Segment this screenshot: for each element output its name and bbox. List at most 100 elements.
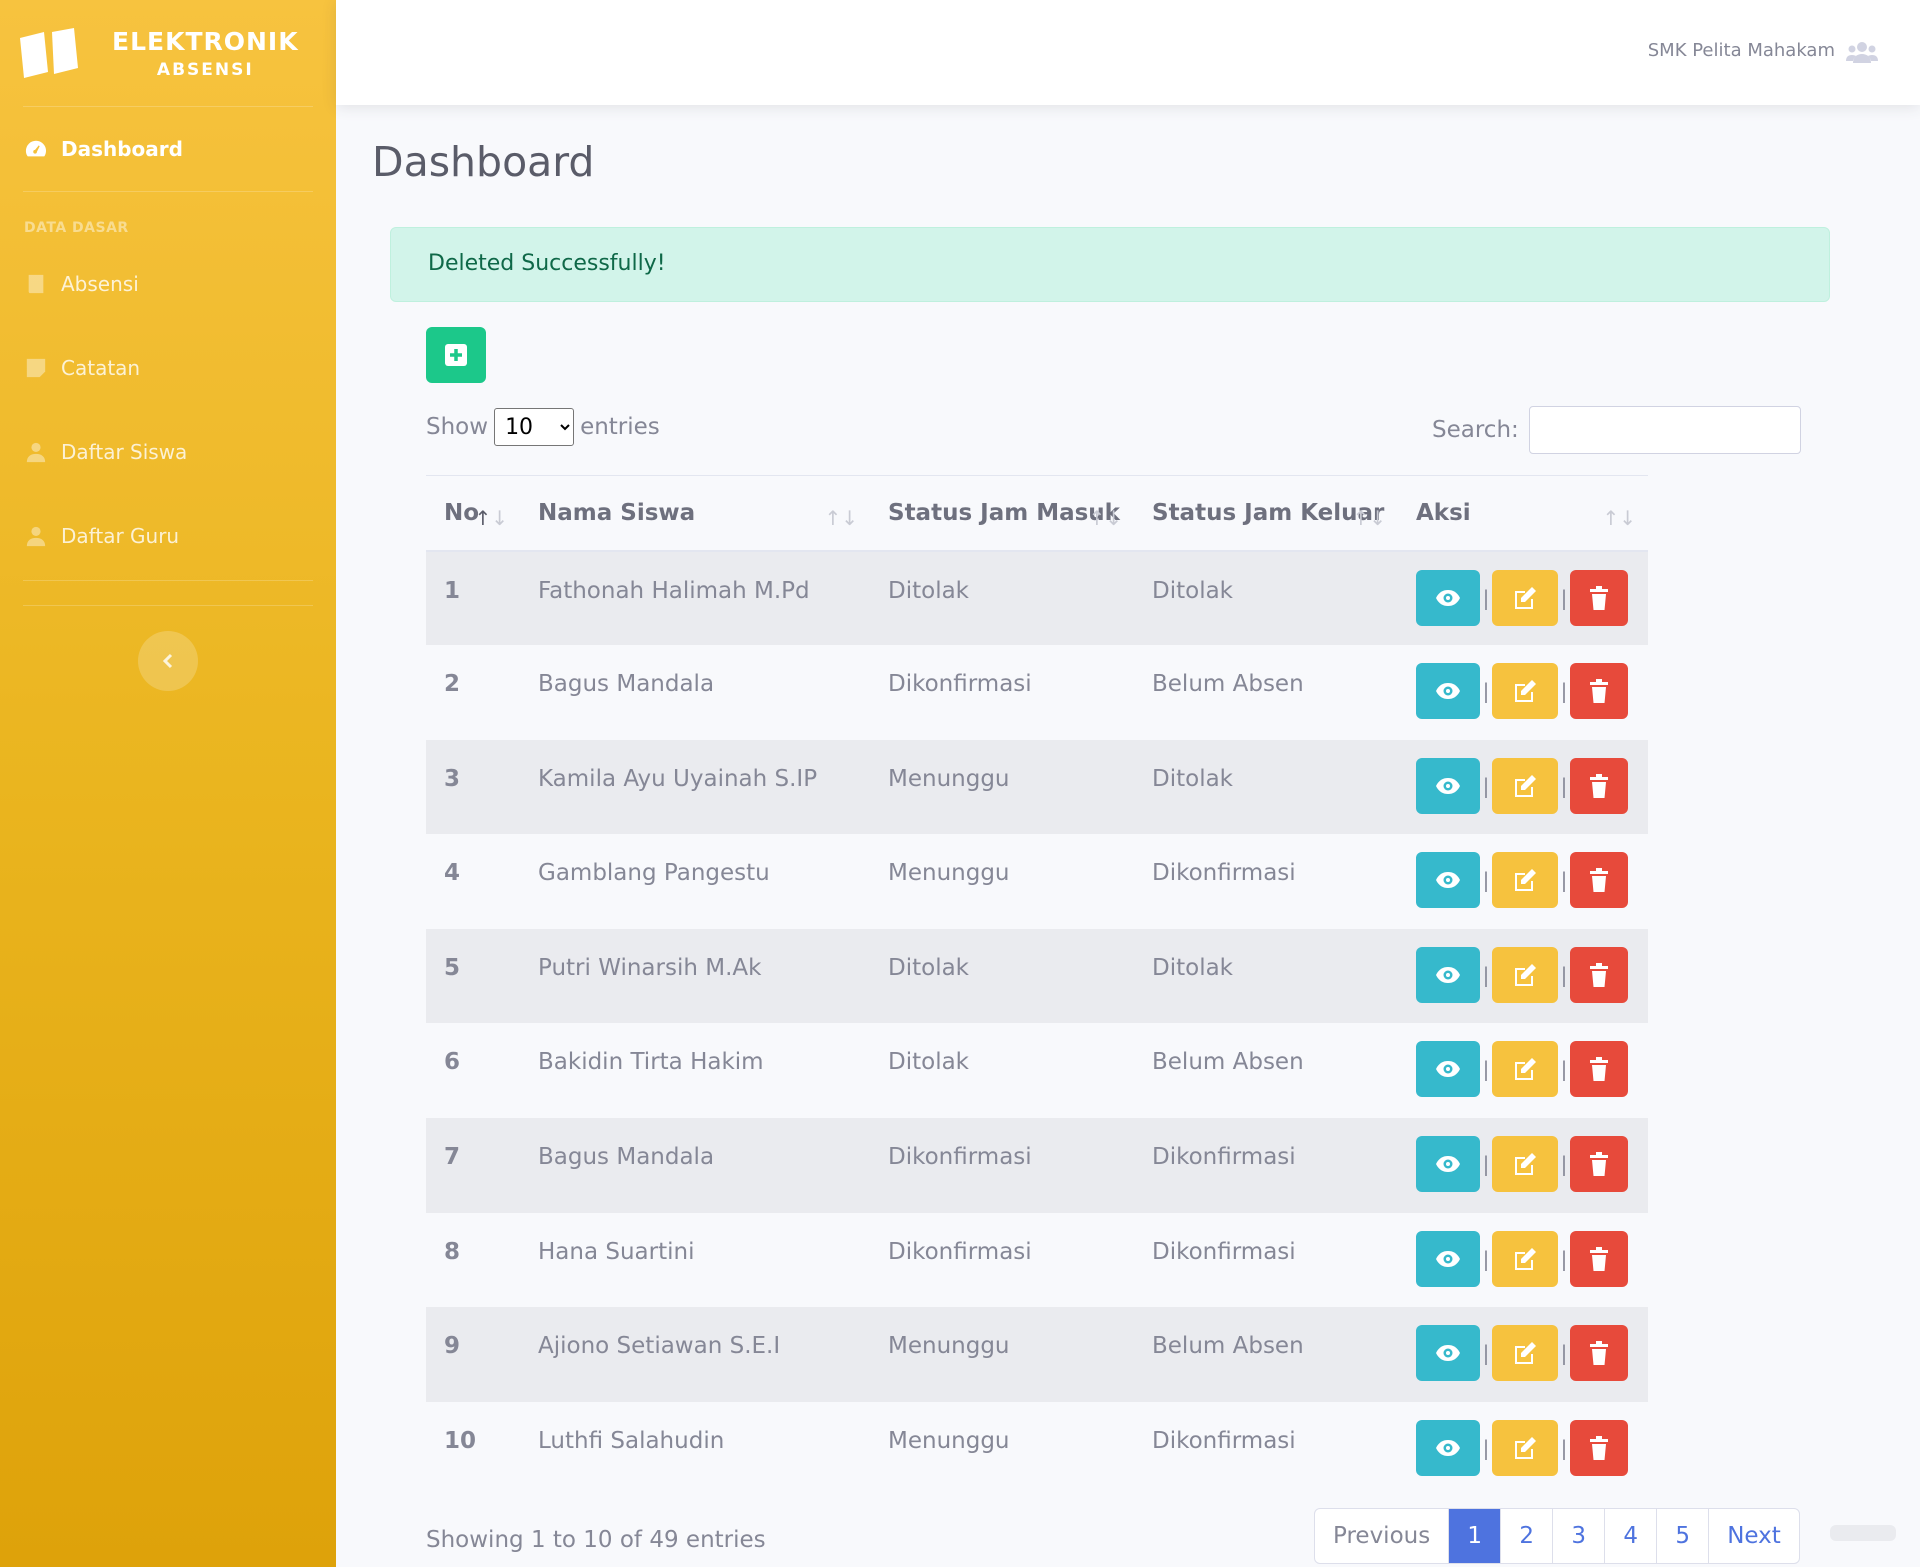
- search-input[interactable]: [1528, 406, 1801, 454]
- eye-icon: [1436, 1061, 1460, 1078]
- view-button[interactable]: [1416, 1230, 1480, 1287]
- column-header-keluar[interactable]: Status Jam Keluar ↑↓: [1134, 475, 1398, 552]
- view-button[interactable]: [1416, 852, 1480, 909]
- edit-icon: [1515, 963, 1536, 986]
- edit-button[interactable]: [1492, 1041, 1558, 1098]
- delete-button[interactable]: [1570, 1325, 1628, 1382]
- sidebar-item-daftar-guru[interactable]: Daftar Guru: [0, 494, 336, 578]
- edit-button[interactable]: [1492, 1419, 1558, 1476]
- sidebar-toggle-button[interactable]: [138, 631, 198, 691]
- cell-status-masuk: Menunggu: [888, 1333, 1010, 1360]
- view-button[interactable]: [1416, 946, 1480, 1003]
- delete-button[interactable]: [1570, 757, 1628, 814]
- sidebar-item-absensi[interactable]: Absensi: [0, 242, 336, 326]
- cell-actions: | |: [1398, 1402, 1648, 1497]
- sidebar-item-daftar-siswa[interactable]: Daftar Siswa: [0, 410, 336, 494]
- trash-icon: [1590, 773, 1608, 798]
- brand[interactable]: ELEKTRONIK ABSENSI: [0, 0, 336, 106]
- delete-button[interactable]: [1570, 946, 1628, 1003]
- cell-no: 7: [444, 1144, 461, 1171]
- action-separator: |: [1560, 1057, 1568, 1082]
- show-label: Show: [426, 414, 489, 440]
- cell-nama: Bagus Mandala: [538, 1144, 715, 1171]
- view-button[interactable]: [1416, 1136, 1480, 1193]
- delete-button[interactable]: [1570, 852, 1628, 909]
- scroll-to-top-button[interactable]: [1830, 1525, 1896, 1541]
- header-label: Status Jam Masuk: [888, 499, 1120, 526]
- column-header-nama[interactable]: Nama Siswa ↑↓: [520, 475, 870, 552]
- search-label: Search:: [1432, 417, 1519, 443]
- column-header-aksi[interactable]: Aksi ↑↓: [1398, 475, 1648, 552]
- cell-no: 2: [444, 671, 461, 698]
- delete-button[interactable]: [1570, 1230, 1628, 1287]
- eye-icon: [1436, 872, 1460, 889]
- delete-button[interactable]: [1570, 1136, 1628, 1193]
- table-row: 10 Luthfi Salahudin Menunggu Dikonfirmasi | |: [426, 1402, 1648, 1497]
- view-button[interactable]: [1416, 663, 1480, 720]
- action-separator: |: [1560, 585, 1568, 610]
- sidebar-item-label: Catatan: [61, 356, 141, 380]
- trash-icon: [1590, 1341, 1608, 1366]
- action-separator: |: [1482, 1435, 1490, 1460]
- edit-button[interactable]: [1492, 1325, 1558, 1382]
- page-previous[interactable]: Previous: [1315, 1509, 1448, 1563]
- cell-status-masuk: Ditolak: [888, 577, 969, 604]
- action-separator: |: [1482, 868, 1490, 893]
- edit-button[interactable]: [1492, 569, 1558, 626]
- page-4[interactable]: 4: [1604, 1509, 1656, 1563]
- delete-button[interactable]: [1570, 1419, 1628, 1476]
- action-separator: |: [1482, 1341, 1490, 1366]
- edit-button[interactable]: [1492, 663, 1558, 720]
- page-title: Dashboard: [372, 138, 595, 186]
- edit-icon: [1515, 1342, 1536, 1365]
- cell-status-keluar: Belum Absen: [1152, 1333, 1304, 1360]
- page-3[interactable]: 3: [1552, 1509, 1604, 1563]
- page-next[interactable]: Next: [1708, 1509, 1799, 1563]
- delete-button[interactable]: [1570, 1041, 1628, 1098]
- cell-status-keluar: Dikonfirmasi: [1152, 1144, 1296, 1171]
- edit-button[interactable]: [1492, 757, 1558, 814]
- edit-button[interactable]: [1492, 852, 1558, 909]
- cell-actions: | |: [1398, 1023, 1648, 1118]
- delete-button[interactable]: [1570, 663, 1628, 720]
- view-button[interactable]: [1416, 1041, 1480, 1098]
- cell-nama: Bakidin Tirta Hakim: [538, 1049, 764, 1076]
- sidebar-item-catatan[interactable]: Catatan: [0, 326, 336, 410]
- view-button[interactable]: [1416, 1325, 1480, 1382]
- column-header-masuk[interactable]: Status Jam Masuk ↑↓: [870, 475, 1134, 552]
- edit-icon: [1515, 869, 1536, 892]
- page-1[interactable]: 1: [1448, 1509, 1501, 1563]
- delete-button[interactable]: [1570, 569, 1628, 626]
- cell-actions: | |: [1398, 1307, 1648, 1402]
- sidebar-section-heading: DATA DASAR: [24, 220, 129, 236]
- eye-icon: [1436, 589, 1460, 606]
- tachometer-icon: [25, 140, 47, 157]
- cell-nama: Kamila Ayu Uyainah S.IP: [538, 765, 818, 792]
- edit-button[interactable]: [1492, 946, 1558, 1003]
- trash-icon: [1590, 1152, 1608, 1177]
- cell-no: 9: [444, 1333, 461, 1360]
- sidebar-item-dashboard[interactable]: Dashboard: [0, 107, 336, 191]
- page-2[interactable]: 2: [1500, 1509, 1552, 1563]
- action-separator: |: [1560, 1341, 1568, 1366]
- table-row: 9 Ajiono Setiawan S.E.I Menunggu Belum Abse…: [426, 1307, 1648, 1402]
- users-icon[interactable]: [1846, 40, 1878, 64]
- column-header-no[interactable]: No ↑↓: [426, 475, 520, 552]
- view-button[interactable]: [1416, 757, 1480, 814]
- action-separator: |: [1560, 1152, 1568, 1177]
- table-info: Showing 1 to 10 of 49 entries: [426, 1527, 766, 1553]
- action-separator: |: [1482, 679, 1490, 704]
- view-button[interactable]: [1416, 1419, 1480, 1476]
- cell-no: 10: [444, 1427, 477, 1454]
- add-button[interactable]: [426, 327, 486, 383]
- entries-select[interactable]: 10: [494, 408, 575, 446]
- cell-status-masuk: Menunggu: [888, 765, 1010, 792]
- cell-no: 4: [444, 860, 461, 887]
- edit-icon: [1515, 1436, 1536, 1459]
- edit-button[interactable]: [1492, 1136, 1558, 1193]
- user-name[interactable]: SMK Pelita Mahakam: [1648, 40, 1835, 61]
- attendance-table: No ↑↓ Nama Siswa ↑↓ Status Jam Masuk ↑↓ Sta…: [426, 475, 1648, 1496]
- edit-button[interactable]: [1492, 1230, 1558, 1287]
- view-button[interactable]: [1416, 569, 1480, 626]
- page-5[interactable]: 5: [1656, 1509, 1708, 1563]
